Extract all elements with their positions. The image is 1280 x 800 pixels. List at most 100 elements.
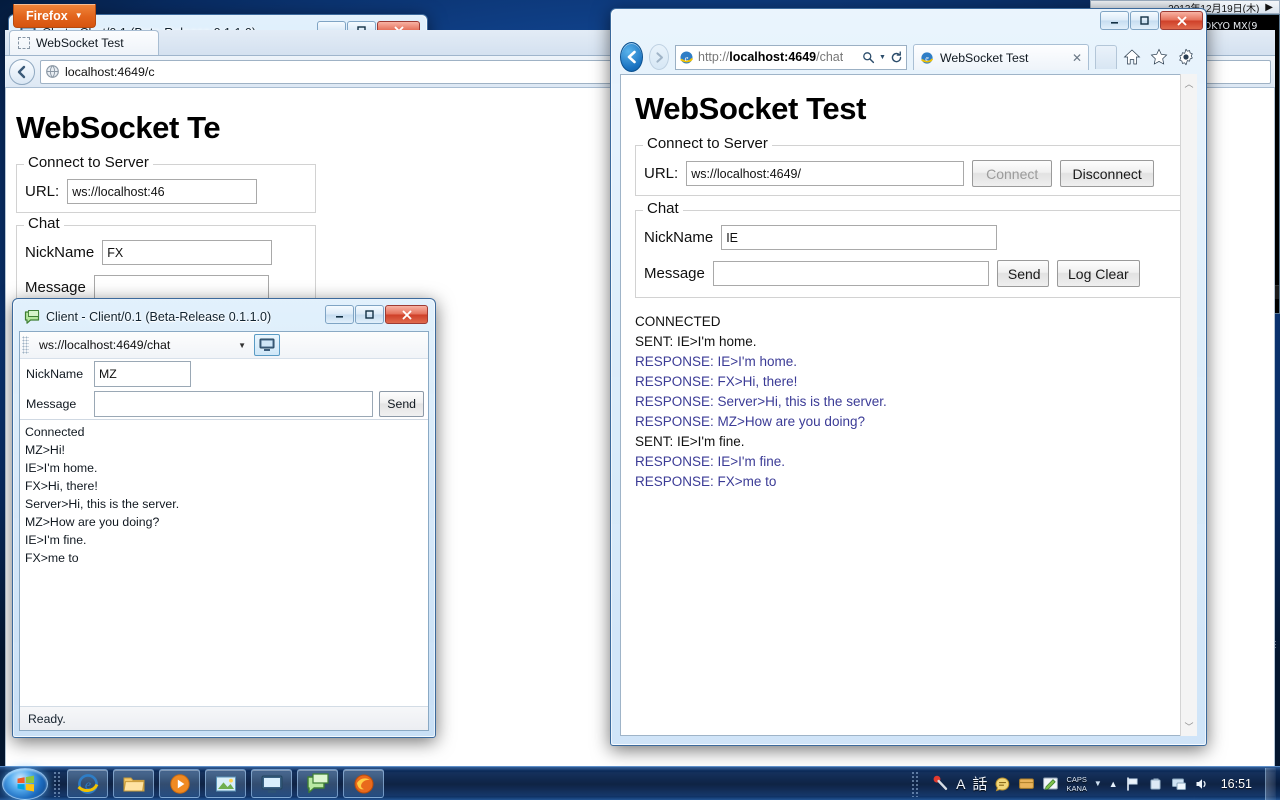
tab-close-icon[interactable]: ✕ <box>1072 51 1082 65</box>
minimize-button[interactable] <box>325 305 354 324</box>
ime-alphanumeric-indicator[interactable]: A <box>956 776 965 792</box>
maximize-button[interactable] <box>1130 11 1159 30</box>
removable-media-icon[interactable] <box>1148 776 1164 792</box>
close-icon <box>1177 16 1186 25</box>
connect-button[interactable]: Connect <box>972 160 1053 187</box>
ie-page-scrollbar[interactable]: ︿ ﹀ <box>1180 74 1197 736</box>
client-toolbar[interactable]: ws://localhost:4649/chat ▼ <box>20 332 428 359</box>
taskbar-item-internet-explorer[interactable]: e <box>67 769 108 798</box>
message-input[interactable] <box>94 391 374 417</box>
network-icon[interactable] <box>1171 776 1187 792</box>
close-button[interactable] <box>1160 11 1203 30</box>
ime-input-mode-icon[interactable] <box>1042 775 1059 792</box>
taskbar-item-chat-client[interactable] <box>297 769 338 798</box>
taskbar-app-buttons[interactable]: e <box>67 769 384 798</box>
window-controls[interactable] <box>1100 11 1203 30</box>
tray-grip-icon[interactable] <box>911 770 921 797</box>
toolbar-grip-icon[interactable] <box>22 336 29 354</box>
internet-explorer-icon: e <box>921 51 934 64</box>
favorites-icon[interactable] <box>1150 48 1168 66</box>
message-input[interactable] <box>93 275 269 300</box>
show-hidden-icons-icon[interactable]: ▲ <box>1109 779 1118 789</box>
ime-caps-kana-indicator[interactable]: CAPS KANA <box>1066 775 1086 793</box>
settings-gear-icon[interactable] <box>1177 48 1195 66</box>
taskbar[interactable]: e A 話 CAPS KANA ▼ ▲ 16:51 <box>0 766 1280 800</box>
refresh-icon[interactable] <box>890 50 903 64</box>
client-log-line: IE>I'm home. <box>25 461 98 475</box>
svg-text:e: e <box>685 52 689 62</box>
globe-icon <box>46 65 59 78</box>
search-icon[interactable] <box>862 51 875 64</box>
log-line: RESPONSE: FX>me to <box>635 474 777 489</box>
ie-navigation-row[interactable]: e http://localhost:4649/chat ▼ e WebSock… <box>620 40 1197 74</box>
start-button[interactable] <box>2 767 48 800</box>
back-button[interactable] <box>620 42 643 72</box>
ie-page-content: WebSocket Test Connect to Server URL: Co… <box>620 74 1197 736</box>
chevron-down-icon[interactable]: ▼ <box>238 341 246 350</box>
firefox-menu-button[interactable]: Firefox ▼ <box>13 4 96 28</box>
forward-button[interactable] <box>649 44 669 70</box>
minimize-button[interactable] <box>1100 11 1129 30</box>
chat-bubble-icon <box>24 310 40 324</box>
window-controls[interactable] <box>325 305 428 324</box>
ime-pad-icon[interactable] <box>994 775 1011 792</box>
send-button[interactable]: Send <box>379 391 424 417</box>
ie-titlebar[interactable] <box>612 10 1205 40</box>
taskbar-item-chat-server[interactable] <box>251 769 292 798</box>
ime-kanji-indicator[interactable]: 話 <box>972 773 987 794</box>
window-internet-explorer[interactable]: e http://localhost:4649/chat ▼ e WebSock… <box>610 8 1207 746</box>
action-center-flag-icon[interactable] <box>1125 776 1141 792</box>
chevron-down-icon[interactable]: ▼ <box>1094 779 1102 788</box>
firefox-titlebar[interactable]: Firefox ▼ <box>1 1 317 31</box>
send-button[interactable]: Send <box>996 260 1049 287</box>
scroll-up-icon[interactable]: ︿ <box>1184 77 1193 90</box>
new-tab-button[interactable] <box>1095 45 1117 69</box>
url-input[interactable] <box>686 161 965 186</box>
show-desktop-button[interactable] <box>1265 767 1276 800</box>
taskbar-item-firefox[interactable] <box>343 769 384 798</box>
ie-url-text: http://localhost:4649/chat <box>698 50 843 64</box>
nickname-input[interactable] <box>94 361 191 387</box>
tab-label: WebSocket Test <box>940 50 1029 65</box>
connect-button[interactable] <box>254 334 280 356</box>
firefox-tab-websocket-test[interactable]: WebSocket Test <box>9 30 159 55</box>
play-arrow-icon[interactable]: ▶ <box>1265 2 1273 13</box>
message-label: Message <box>644 265 705 282</box>
server-url-combobox[interactable]: ws://localhost:4649/chat ▼ <box>34 336 249 354</box>
window-chat-client[interactable]: Client - Client/0.1 (Beta-Release 0.1.1.… <box>12 298 436 738</box>
taskbar-item-media-player[interactable] <box>159 769 200 798</box>
titlebar-chat-client[interactable]: Client - Client/0.1 (Beta-Release 0.1.1.… <box>18 304 430 330</box>
internet-explorer-icon: e <box>76 773 98 794</box>
log-line: CONNECTED <box>635 314 721 329</box>
message-input[interactable] <box>712 261 989 286</box>
client-log-line: Connected <box>25 425 85 439</box>
client-log[interactable]: Connected MZ>Hi! IE>I'm home. FX>Hi, the… <box>20 419 428 706</box>
legend-chat: Chat <box>24 215 64 232</box>
chevron-down-icon[interactable]: ▼ <box>879 54 886 61</box>
nickname-input[interactable] <box>102 240 273 265</box>
taskbar-grip-icon[interactable] <box>53 770 62 797</box>
log-clear-button[interactable]: Log Clear <box>1056 260 1140 287</box>
close-button[interactable] <box>385 305 428 324</box>
legend-connect: Connect to Server <box>24 154 153 171</box>
home-icon[interactable] <box>1123 48 1141 66</box>
ie-address-bar[interactable]: e http://localhost:4649/chat ▼ <box>675 44 907 70</box>
ime-dictionary-icon[interactable] <box>1018 775 1035 792</box>
ie-tab-websocket-test[interactable]: e WebSocket Test ✕ <box>913 44 1089 70</box>
message-label: Message <box>26 397 77 411</box>
nickname-input[interactable] <box>721 225 998 250</box>
scroll-down-icon[interactable]: ﹀ <box>1184 720 1193 733</box>
ie-toolbar-icons[interactable] <box>1123 48 1197 66</box>
back-button[interactable] <box>9 58 35 85</box>
system-tray[interactable]: A 話 CAPS KANA ▼ ▲ 16:51 <box>906 767 1280 800</box>
taskbar-clock[interactable]: 16:51 <box>1217 777 1256 791</box>
client-statusbar: Ready. <box>20 706 428 730</box>
tray-thermometer-icon[interactable] <box>932 775 949 792</box>
url-path: /chat <box>816 50 844 64</box>
taskbar-item-windows-explorer[interactable] <box>113 769 154 798</box>
volume-icon[interactable] <box>1194 776 1210 792</box>
url-input[interactable] <box>67 179 258 204</box>
maximize-button[interactable] <box>355 305 384 324</box>
disconnect-button[interactable]: Disconnect <box>1060 160 1155 187</box>
taskbar-item-image-viewer[interactable] <box>205 769 246 798</box>
